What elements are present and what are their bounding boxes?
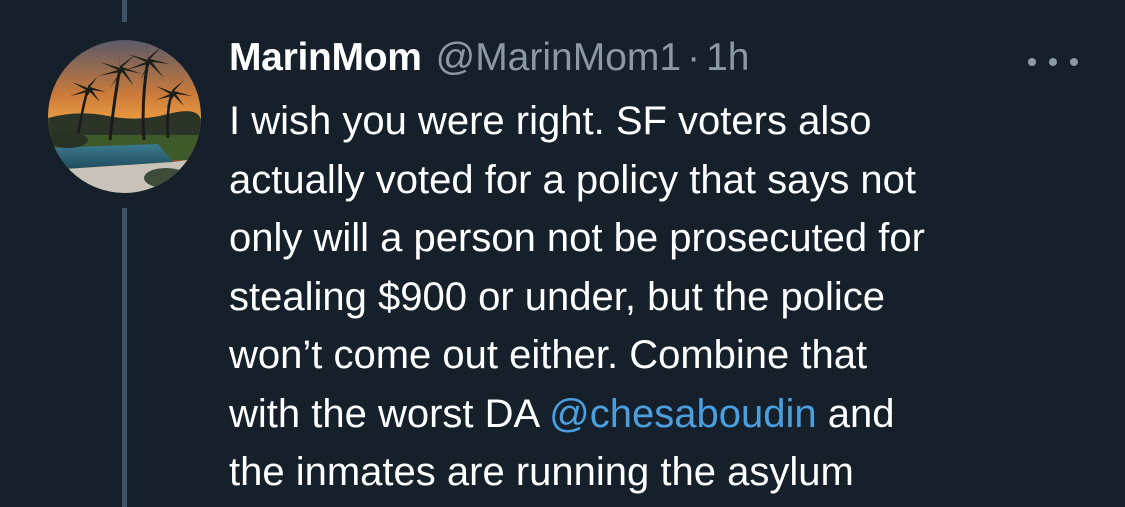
tweet-text: I wish you were right. SF voters also ac… xyxy=(229,92,1109,502)
tweet[interactable]: MarinMom @MarinMom1 · 1h I wish you were… xyxy=(0,0,1125,507)
timestamp[interactable]: 1h xyxy=(706,36,749,80)
tweet-text-line: actually voted for a policy that says no… xyxy=(229,157,917,202)
tweet-text-line: only will a person not be prosecuted for xyxy=(229,216,925,260)
thread-connector-line xyxy=(122,208,127,507)
sunset-palm-trees-photo xyxy=(48,40,201,193)
tweet-text-segment: and xyxy=(816,391,895,436)
tweet-text-line: with the worst DA @chesaboudin and xyxy=(229,385,1109,444)
tweet-text-segment: with the worst DA xyxy=(229,391,550,436)
more-options-icon[interactable] xyxy=(1028,52,1078,72)
mention-link[interactable]: @chesaboudin xyxy=(549,392,816,436)
tweet-text-line: I wish you were right. SF voters also xyxy=(229,99,872,143)
avatar[interactable] xyxy=(48,40,201,193)
display-name[interactable]: MarinMom xyxy=(229,36,422,80)
user-handle[interactable]: @MarinMom1 xyxy=(436,36,681,80)
tweet-text-line: stealing $900 or under, but the police xyxy=(229,274,886,319)
tweet-text-line: won’t come out either. Combine that xyxy=(229,333,868,377)
tweet-header: MarinMom @MarinMom1 · 1h xyxy=(229,36,749,86)
separator-dot: · xyxy=(687,36,701,79)
tweet-text-line: the inmates are running the asylum xyxy=(229,450,854,494)
thread-connector-line xyxy=(122,0,127,22)
